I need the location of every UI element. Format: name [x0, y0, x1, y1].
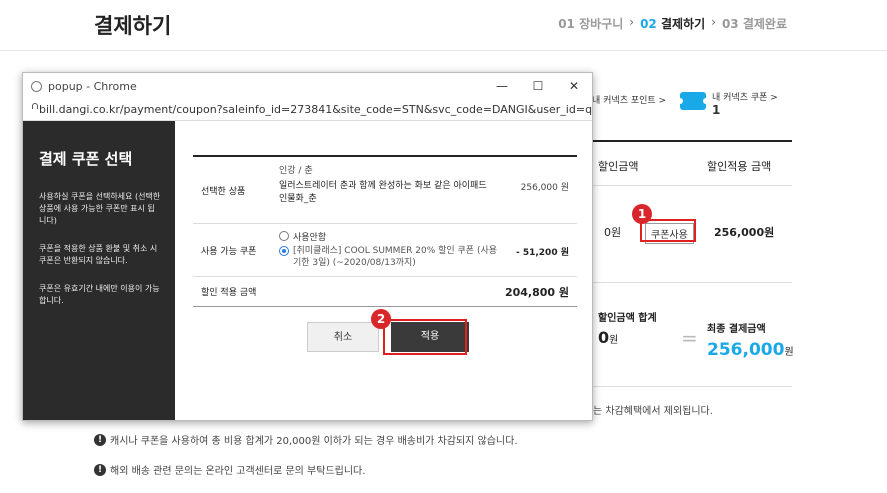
final-label: 최종 결제금액 — [707, 324, 766, 335]
sum-value: 0원 — [598, 328, 619, 347]
table-row: 할인 적용 금액 204,800 원 — [193, 277, 577, 307]
total-label: 할인 적용 금액 — [201, 288, 257, 298]
divider — [592, 282, 792, 283]
product-price: 256,000 원 — [520, 183, 569, 193]
coupon-label: 사용 가능 쿠폰 — [201, 246, 257, 257]
page-title: 결제하기 — [94, 14, 172, 38]
radio-none[interactable] — [279, 231, 289, 241]
highlight-box — [383, 319, 467, 355]
equal-icon: = — [681, 326, 698, 350]
sidebar-title: 결제 쿠폰 선택 — [39, 150, 133, 168]
ticket-icon — [677, 92, 709, 110]
chevron-right-icon: › — [629, 15, 635, 29]
minimize-icon[interactable]: — — [484, 79, 520, 93]
point-link[interactable]: 내 커넥츠 포인트 > — [592, 93, 666, 106]
row-price: 256,000원 — [714, 226, 775, 239]
radio-coupon[interactable] — [279, 246, 289, 256]
final-value: 256,000원 — [707, 340, 794, 360]
notice: ! 캐시나 쿠폰을 사용하여 총 비용 합계가 20,000원 이하가 되는 경… — [94, 432, 518, 447]
cancel-button[interactable]: 취소 — [307, 322, 379, 352]
coupon-link-label: 내 커넥츠 쿠폰 > — [712, 93, 778, 103]
table-row: 선택한 상품 인강 / 춘 일러스트레이터 춘과 함께 완성하는 화보 같은 아… — [193, 157, 577, 224]
maximize-icon[interactable]: ☐ — [520, 79, 556, 93]
sum-label: 할인금액 합계 — [598, 313, 657, 324]
divider — [592, 185, 792, 186]
coupon-link[interactable]: 내 커넥츠 쿠폰 > 1 — [677, 92, 778, 117]
option-coupon[interactable]: [취미클래스] COOL SUMMER 20% 할인 쿠폰 (사용기한 3일) … — [279, 245, 577, 269]
highlight-box — [640, 219, 696, 242]
step-badge-1: 1 — [632, 204, 652, 224]
checkout-steps: 01 장바구니 › 02 결제하기 › 03 결제완료 — [558, 15, 787, 32]
step-cart: 01 장바구니 — [558, 17, 624, 31]
th-discount: 할인금액 — [598, 160, 639, 173]
sidebar-text: 사용하실 쿠폰을 선택하세요 (선택한 상품에 사용 가능한 쿠폰만 표시 됩니… — [39, 192, 161, 225]
product-name: 일러스트레이터 춘과 함께 완성하는 화보 같은 아이패드 인물화_춘 — [279, 181, 487, 204]
exclamation-icon: ! — [94, 463, 106, 476]
product-label: 선택한 상품 — [201, 186, 246, 197]
window-titlebar: popup - Chrome — ☐ ✕ — [23, 73, 592, 99]
notice: ! 해외 배송 관련 문의는 온라인 고객센터로 문의 부탁드립니다. — [94, 462, 365, 477]
coupon-discount: - 51,200 원 — [515, 248, 569, 258]
popup-sidebar: 결제 쿠폰 선택 사용하실 쿠폰을 선택하세요 (선택한 상품에 사용 가능한 … — [23, 121, 175, 420]
row-discount: 0원 — [604, 226, 622, 239]
th-applied: 할인적용 금액 — [707, 160, 772, 173]
total-value: 204,800 원 — [504, 285, 569, 299]
option-none[interactable]: 사용안함 — [279, 230, 577, 243]
step-payment: 02 결제하기 — [640, 17, 706, 31]
sidebar-text: 쿠폰은 유효기간 내에만 이용이 가능합니다. — [39, 284, 160, 305]
chevron-right-icon: › — [711, 15, 716, 29]
divider — [0, 50, 887, 51]
window-title: popup - Chrome — [48, 79, 137, 93]
step-badge-2: 2 — [371, 309, 391, 329]
coupon-form: 선택한 상품 인강 / 춘 일러스트레이터 춘과 함께 완성하는 화보 같은 아… — [193, 155, 577, 307]
table-row: 사용 가능 쿠폰 사용안함 [취미클래스] COOL SUMMER 20% 할인… — [193, 224, 577, 277]
close-icon[interactable]: ✕ — [556, 79, 592, 93]
address-bar[interactable]: bill.dangi.co.kr/payment/coupon?saleinfo… — [23, 99, 592, 121]
note-tail: 는 차감혜택에서 제외됩니다. — [593, 406, 713, 417]
globe-icon — [31, 80, 42, 92]
product-category: 인강 / 춘 — [279, 166, 313, 176]
sidebar-text: 쿠폰을 적용한 상품 환불 및 취소 시 쿠폰은 반환되지 않습니다. — [39, 244, 158, 265]
step-complete: 03 결제완료 — [721, 17, 787, 31]
divider — [592, 386, 792, 387]
coupon-table: 선택한 상품 인강 / 춘 일러스트레이터 춘과 함께 완성하는 화보 같은 아… — [193, 155, 577, 307]
exclamation-icon: ! — [94, 433, 106, 446]
coupon-count: 1 — [712, 103, 721, 117]
url-text: bill.dangi.co.kr/payment/coupon?saleinfo… — [39, 103, 592, 116]
divider — [592, 140, 792, 142]
coupon-popup-window: popup - Chrome — ☐ ✕ bill.dangi.co.kr/pa… — [22, 72, 593, 421]
